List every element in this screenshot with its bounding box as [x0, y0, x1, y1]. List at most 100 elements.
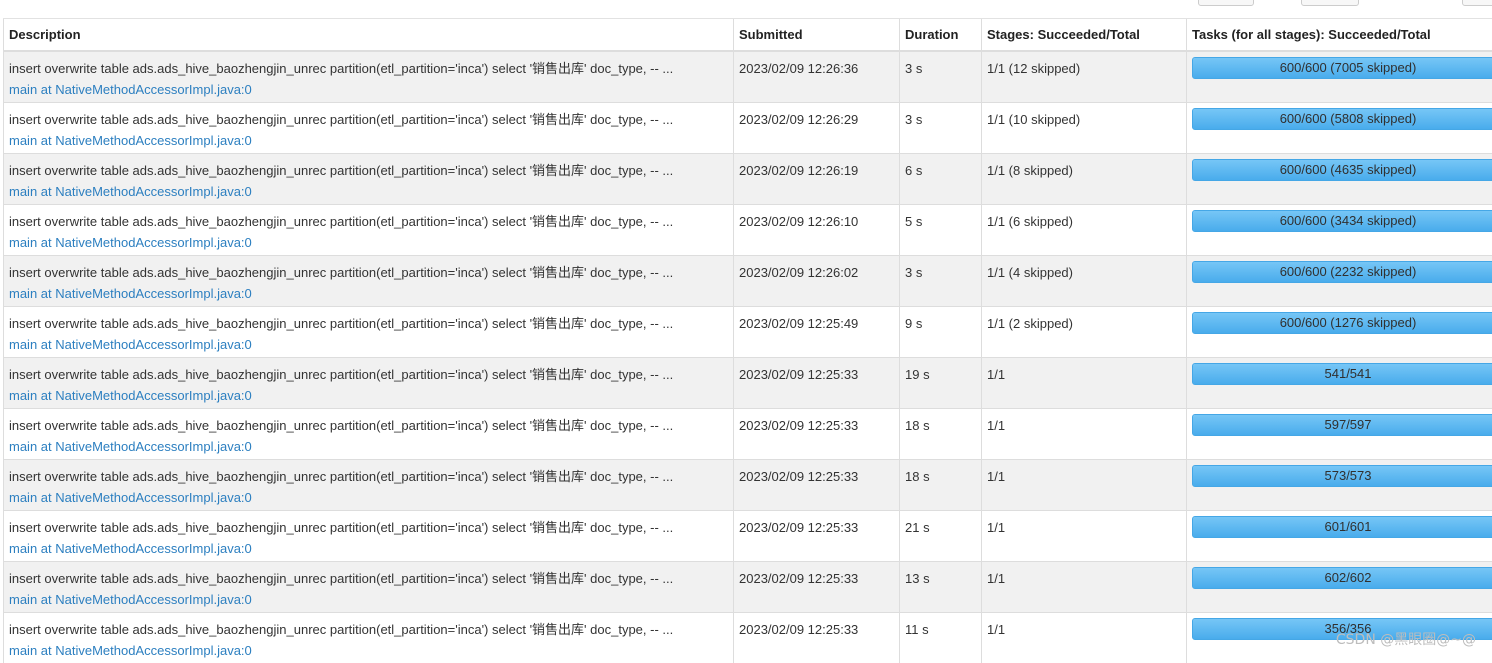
job-description: insert overwrite table ads.ads_hive_baoz… — [9, 613, 728, 640]
submitted-cell: 2023/02/09 12:26:10 — [734, 204, 900, 255]
job-duration: 3 s — [905, 52, 976, 79]
submitted-cell: 2023/02/09 12:26:29 — [734, 102, 900, 153]
submitted-time: 2023/02/09 12:25:33 — [739, 409, 894, 436]
stages-count: 1/1 — [987, 511, 1181, 538]
duration-cell: 3 s — [900, 255, 982, 306]
stages-cell: 1/1 — [982, 459, 1187, 510]
table-row: insert overwrite table ads.ads_hive_baoz… — [4, 612, 1492, 663]
submitted-time: 2023/02/09 12:26:29 — [739, 103, 894, 130]
stages-cell: 1/1 (10 skipped) — [982, 102, 1187, 153]
job-duration: 9 s — [905, 307, 976, 334]
stages-count: 1/1 — [987, 562, 1181, 589]
tasks-progress-label: 600/600 (2232 skipped) — [1193, 264, 1492, 279]
tasks-cell: 541/541 — [1187, 357, 1492, 408]
job-callsite-link[interactable]: main at NativeMethodAccessorImpl.java:0 — [9, 487, 728, 508]
stages-cell: 1/1 — [982, 357, 1187, 408]
description-cell: insert overwrite table ads.ads_hive_baoz… — [4, 510, 734, 561]
toolbar-button[interactable] — [1301, 0, 1359, 6]
column-header-duration[interactable]: Duration — [900, 19, 982, 52]
job-callsite-link[interactable]: main at NativeMethodAccessorImpl.java:0 — [9, 130, 728, 151]
duration-cell: 21 s — [900, 510, 982, 561]
job-callsite-link[interactable]: main at NativeMethodAccessorImpl.java:0 — [9, 334, 728, 355]
job-callsite-link[interactable]: main at NativeMethodAccessorImpl.java:0 — [9, 181, 728, 202]
table-row: insert overwrite table ads.ads_hive_baoz… — [4, 357, 1492, 408]
job-description: insert overwrite table ads.ads_hive_baoz… — [9, 256, 728, 283]
column-header-submitted[interactable]: Submitted — [734, 19, 900, 52]
duration-cell: 11 s — [900, 612, 982, 663]
submitted-time: 2023/02/09 12:25:33 — [739, 460, 894, 487]
submitted-cell: 2023/02/09 12:25:33 — [734, 612, 900, 663]
job-duration: 3 s — [905, 256, 976, 283]
tasks-progress-bar: 573/573 — [1192, 465, 1492, 487]
submitted-cell: 2023/02/09 12:25:49 — [734, 306, 900, 357]
job-callsite-link[interactable]: main at NativeMethodAccessorImpl.java:0 — [9, 640, 728, 661]
column-header-description[interactable]: Description — [4, 19, 734, 52]
job-description: insert overwrite table ads.ads_hive_baoz… — [9, 460, 728, 487]
stages-cell: 1/1 (2 skipped) — [982, 306, 1187, 357]
duration-cell: 18 s — [900, 459, 982, 510]
tasks-progress-bar: 600/600 (7005 skipped) — [1192, 57, 1492, 79]
submitted-time: 2023/02/09 12:26:10 — [739, 205, 894, 232]
submitted-time: 2023/02/09 12:25:33 — [739, 358, 894, 385]
tasks-progress-label: 602/602 — [1193, 570, 1492, 585]
job-duration: 6 s — [905, 154, 976, 181]
table-row: insert overwrite table ads.ads_hive_baoz… — [4, 153, 1492, 204]
duration-cell: 6 s — [900, 153, 982, 204]
job-callsite-link[interactable]: main at NativeMethodAccessorImpl.java:0 — [9, 79, 728, 100]
job-callsite-link[interactable]: main at NativeMethodAccessorImpl.java:0 — [9, 283, 728, 304]
table-row: insert overwrite table ads.ads_hive_baoz… — [4, 51, 1492, 102]
job-description: insert overwrite table ads.ads_hive_baoz… — [9, 205, 728, 232]
tasks-cell: 600/600 (3434 skipped) — [1187, 204, 1492, 255]
stages-count: 1/1 — [987, 613, 1181, 640]
stages-cell: 1/1 — [982, 510, 1187, 561]
job-callsite-link[interactable]: main at NativeMethodAccessorImpl.java:0 — [9, 589, 728, 610]
job-duration: 13 s — [905, 562, 976, 589]
top-toolbar-strip — [0, 0, 1492, 18]
job-description: insert overwrite table ads.ads_hive_baoz… — [9, 52, 728, 79]
tasks-cell: 600/600 (2232 skipped) — [1187, 255, 1492, 306]
tasks-progress-label: 541/541 — [1193, 366, 1492, 381]
job-callsite-link[interactable]: main at NativeMethodAccessorImpl.java:0 — [9, 385, 728, 406]
toolbar-button[interactable] — [1198, 0, 1254, 6]
tasks-progress-label: 600/600 (3434 skipped) — [1193, 213, 1492, 228]
stages-cell: 1/1 (12 skipped) — [982, 51, 1187, 102]
tasks-progress-bar: 600/600 (3434 skipped) — [1192, 210, 1492, 232]
stages-cell: 1/1 — [982, 561, 1187, 612]
stages-count: 1/1 — [987, 409, 1181, 436]
tasks-progress-bar: 600/600 (5808 skipped) — [1192, 108, 1492, 130]
stages-count: 1/1 (6 skipped) — [987, 205, 1181, 232]
submitted-cell: 2023/02/09 12:26:02 — [734, 255, 900, 306]
table-row: insert overwrite table ads.ads_hive_baoz… — [4, 510, 1492, 561]
duration-cell: 19 s — [900, 357, 982, 408]
submitted-time: 2023/02/09 12:26:02 — [739, 256, 894, 283]
stages-count: 1/1 (2 skipped) — [987, 307, 1181, 334]
duration-cell: 13 s — [900, 561, 982, 612]
table-row: insert overwrite table ads.ads_hive_baoz… — [4, 255, 1492, 306]
column-header-tasks[interactable]: Tasks (for all stages): Succeeded/Total — [1187, 19, 1492, 52]
job-duration: 18 s — [905, 460, 976, 487]
stages-count: 1/1 (4 skipped) — [987, 256, 1181, 283]
stages-cell: 1/1 (8 skipped) — [982, 153, 1187, 204]
submitted-time: 2023/02/09 12:26:19 — [739, 154, 894, 181]
job-callsite-link[interactable]: main at NativeMethodAccessorImpl.java:0 — [9, 538, 728, 559]
submitted-time: 2023/02/09 12:25:33 — [739, 562, 894, 589]
submitted-time: 2023/02/09 12:25:49 — [739, 307, 894, 334]
submitted-time: 2023/02/09 12:26:36 — [739, 52, 894, 79]
tasks-progress-label: 597/597 — [1193, 417, 1492, 432]
stages-count: 1/1 (8 skipped) — [987, 154, 1181, 181]
job-description: insert overwrite table ads.ads_hive_baoz… — [9, 307, 728, 334]
job-callsite-link[interactable]: main at NativeMethodAccessorImpl.java:0 — [9, 436, 728, 457]
job-description: insert overwrite table ads.ads_hive_baoz… — [9, 562, 728, 589]
toolbar-button[interactable] — [1462, 0, 1492, 6]
submitted-cell: 2023/02/09 12:25:33 — [734, 459, 900, 510]
description-cell: insert overwrite table ads.ads_hive_baoz… — [4, 51, 734, 102]
table-row: insert overwrite table ads.ads_hive_baoz… — [4, 102, 1492, 153]
submitted-time: 2023/02/09 12:25:33 — [739, 613, 894, 640]
table-row: insert overwrite table ads.ads_hive_baoz… — [4, 306, 1492, 357]
tasks-progress-bar: 600/600 (4635 skipped) — [1192, 159, 1492, 181]
table-header-row: Description Submitted Duration Stages: S… — [4, 19, 1492, 52]
tasks-progress-label: 600/600 (1276 skipped) — [1193, 315, 1492, 330]
job-callsite-link[interactable]: main at NativeMethodAccessorImpl.java:0 — [9, 232, 728, 253]
column-header-stages[interactable]: Stages: Succeeded/Total — [982, 19, 1187, 52]
tasks-progress-label: 600/600 (4635 skipped) — [1193, 162, 1492, 177]
